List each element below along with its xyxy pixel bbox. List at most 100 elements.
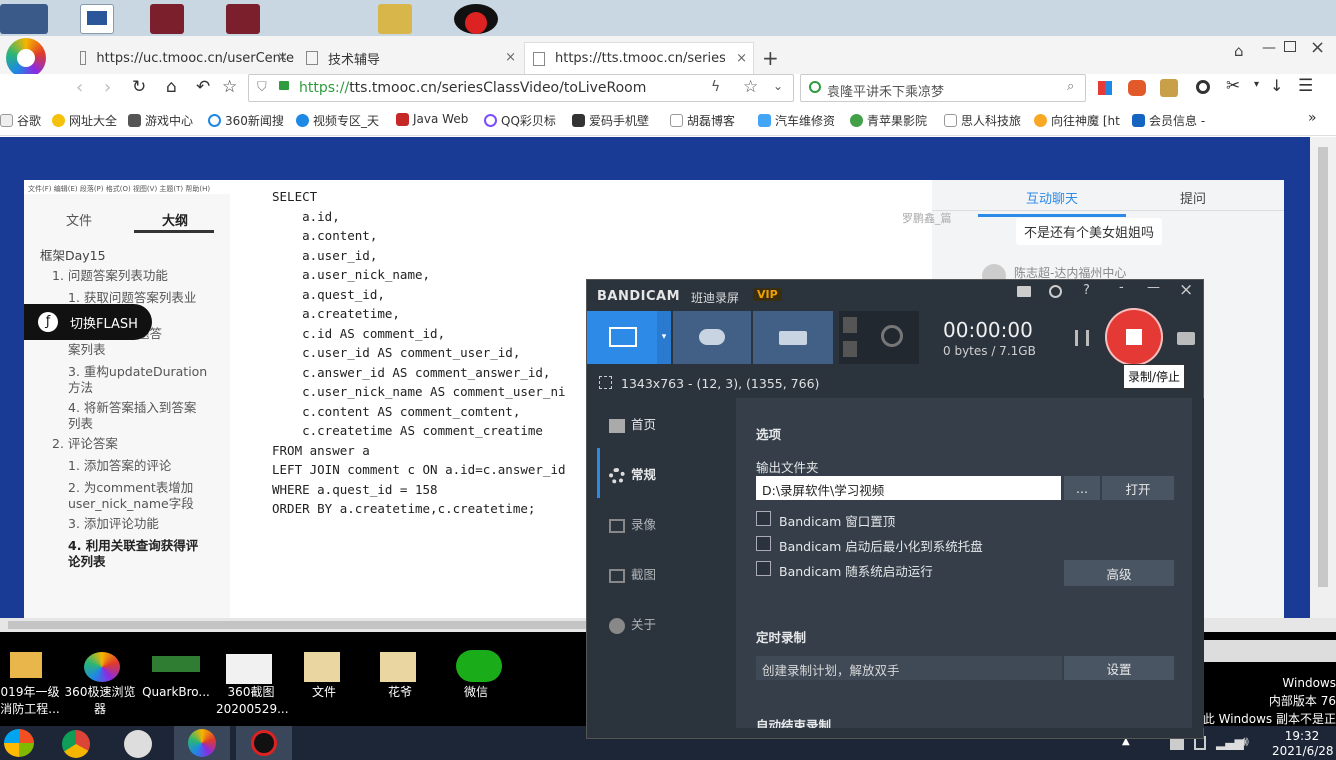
mode-dropdown-icon[interactable]: ▾ [657,311,671,364]
taskbar-browser[interactable] [174,726,230,760]
nav-general[interactable]: 常规 [609,464,656,484]
bookmark-item[interactable]: 谷歌 [0,112,41,129]
tab-tech-help[interactable]: 技术辅导 × [298,42,522,74]
webcam-icon[interactable] [881,325,903,347]
outline-item[interactable]: 3. 添加评论功能 [68,516,159,532]
folder-icon[interactable] [378,4,412,34]
outline-item[interactable]: 4. 将新答案插入到答案 [68,400,196,416]
browser-desktop-icon[interactable] [84,652,120,682]
bookmark-item[interactable]: 游戏中心 [128,112,193,129]
outline-item[interactable]: 列表 [68,416,93,432]
close-icon[interactable]: × [1179,280,1193,300]
home-icon[interactable]: ⌂ [166,77,177,97]
bookmark-item[interactable]: 思人科技旅 [944,112,1021,129]
clock-icon[interactable] [1049,285,1062,298]
scissors-icon[interactable]: ✂ [1226,76,1240,96]
app-icon[interactable] [124,730,152,758]
lightning-icon[interactable]: ϟ [711,79,720,95]
desktop-icon[interactable] [0,4,48,34]
outline-item[interactable]: 论列表 [68,554,106,570]
outline-item[interactable]: 2. 为comment表增加 [68,480,193,496]
url-bar[interactable]: ⛉ https://tts.tmooc.cn/seriesClassVideo/… [248,74,794,102]
nav-about[interactable]: 关于 [609,614,656,634]
back-icon[interactable]: ‹ [76,77,83,98]
search-input[interactable]: 袁隆平讲禾下乘凉梦 [827,81,944,100]
tab-file[interactable]: 文件 [66,210,92,229]
flash-toggle-button[interactable]: ƒ 切换FLASH [24,304,152,340]
refresh-icon[interactable]: ↻ [132,77,146,97]
bookmark-star-icon[interactable]: ☆ [743,77,758,97]
browser-logo-icon[interactable] [6,38,46,78]
open-folder-button[interactable]: 打开 [1102,476,1174,500]
nav-screenshot[interactable]: 截图 [609,564,656,583]
apps-icon[interactable] [1098,81,1112,95]
maximize-icon[interactable] [1284,41,1296,52]
tab-question[interactable]: 提问 [1180,188,1206,207]
tab-tts-active[interactable]: https://tts.tmooc.cn/series( × [524,42,754,74]
winrar-icon[interactable] [150,4,184,34]
close-window-icon[interactable]: × [1310,37,1325,58]
advanced-button[interactable]: 高级 [1064,560,1174,586]
bookmark-item[interactable]: 汽车维修资 [758,112,835,129]
bookmark-item[interactable]: 青苹果影院 [850,112,927,129]
browse-button[interactable]: ... [1064,476,1100,500]
bookmark-item[interactable]: 360新闻搜 [208,112,284,129]
settings-scrollbar[interactable] [1192,398,1204,728]
more-bookmarks-button[interactable]: » [1308,110,1317,126]
help-icon[interactable]: ? [1083,283,1090,298]
bookmark-item[interactable]: 会员信息 - [1132,112,1205,129]
outline-item[interactable]: 框架Day15 [40,248,106,264]
record-stop-button[interactable] [1105,308,1163,366]
tab-close-icon[interactable]: × [505,50,516,65]
new-tab-button[interactable]: + [762,46,779,70]
outline-item[interactable]: 方法 [68,380,93,396]
extension-icon[interactable] [1160,79,1178,97]
nav-video[interactable]: 录像 [609,514,656,533]
bookmark-item[interactable]: 胡磊博客 [670,112,735,129]
outline-item[interactable]: 2. 评论答案 [52,436,118,452]
bookmark-item[interactable]: Java Web [396,112,468,126]
clock[interactable]: 19:32 2021/6/28 [1272,729,1334,759]
tab-chat[interactable]: 互动聊天 [1026,188,1078,207]
nav-home[interactable]: 首页 [609,414,656,433]
screen-mode-button[interactable] [587,311,657,364]
minimize-to-tray-icon[interactable]: - [1119,280,1124,295]
page-scrollbar[interactable] [1310,137,1336,620]
taskbar-bandicam[interactable] [236,726,292,760]
outline-item[interactable]: 1. 添加答案的评论 [68,458,171,474]
game-mode-button[interactable] [673,311,751,364]
game-icon[interactable] [1128,80,1146,96]
mic-icon[interactable] [843,341,857,357]
volume-icon[interactable]: 🔊︎ [1240,734,1249,750]
undo-icon[interactable]: ↶ [196,77,210,97]
voice-icon[interactable] [843,317,857,333]
record-ext-icon[interactable] [1196,80,1210,94]
outline-item[interactable]: 案列表 [68,342,106,358]
start-button[interactable] [4,729,34,757]
outline-item[interactable]: user_nick_name字段 [68,496,194,512]
bookmark-item[interactable]: 爱码手机壁 [572,112,649,129]
bookmark-item[interactable]: 向往神魔 [ht [1034,112,1120,129]
app-icon[interactable] [152,656,200,672]
chevron-down-icon[interactable]: ▾ [1254,79,1259,90]
pause-button[interactable] [1075,330,1089,346]
skin-icon[interactable]: ⌂ [1234,42,1244,60]
tab-close-icon[interactable]: × [277,50,288,65]
tab-close-icon[interactable]: × [736,51,747,66]
checkbox-run-on-startup[interactable] [756,561,771,576]
camera-icon[interactable] [1177,332,1195,345]
checkbox-minimize-to-tray[interactable] [756,536,771,551]
word-file-icon[interactable] [80,4,114,34]
download-icon[interactable]: ↓ [1270,76,1283,95]
forward-icon[interactable]: › [104,77,111,98]
bookmark-item[interactable]: 视频专区_天 [296,112,379,129]
output-folder-field[interactable]: D:\录屏软件\学习视频 [756,476,1061,500]
minimize-icon[interactable]: — [1262,40,1276,56]
star-icon[interactable]: ☆ [222,77,237,97]
schedule-settings-button[interactable]: 设置 [1064,656,1174,680]
bookmark-item[interactable]: QQ彩贝标 [484,112,556,129]
tab-uc[interactable]: https://uc.tmooc.cn/userCente × [72,42,294,74]
checkbox-always-on-top[interactable] [756,511,771,526]
search-box[interactable]: 袁隆平讲禾下乘凉梦 ⌕ [800,74,1086,102]
outline-item[interactable]: 1. 问题答案列表功能 [52,268,168,284]
